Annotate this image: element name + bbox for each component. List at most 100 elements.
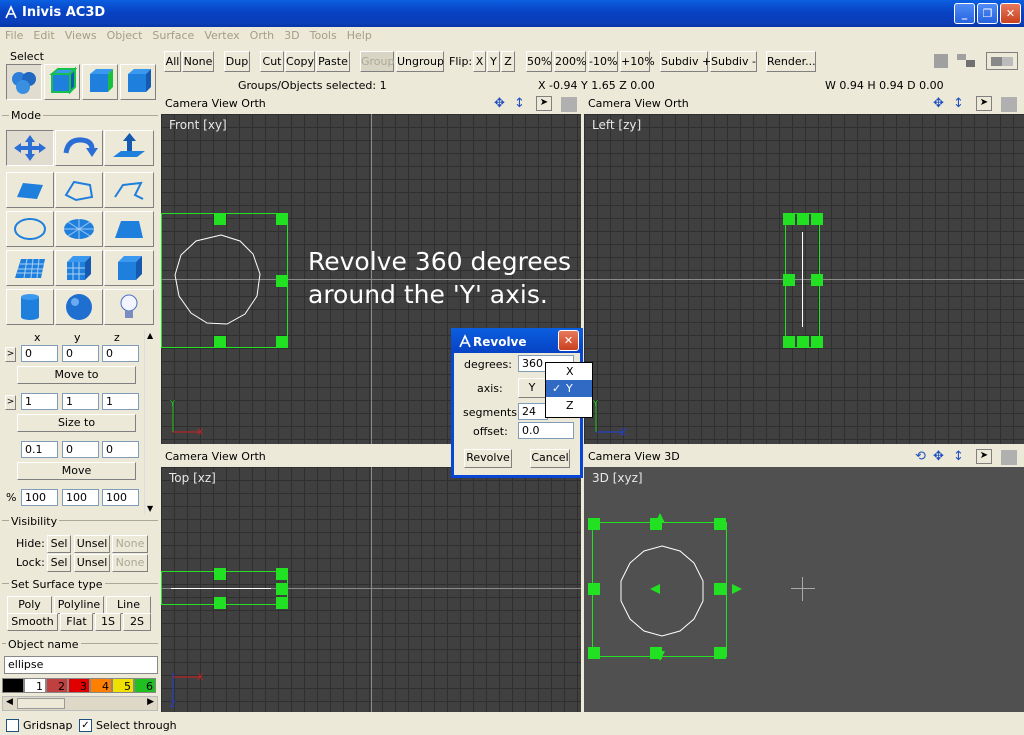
create-mesh-button[interactable] (6, 250, 54, 286)
ungroup-button[interactable]: Ungroup (396, 51, 444, 72)
view-menu[interactable]: View (212, 450, 238, 463)
subdiv-plus-button[interactable]: Subdiv + (660, 51, 711, 72)
left-viewport[interactable]: Left [zy] YZ (584, 114, 1024, 444)
cancel-button[interactable]: Cancel (530, 449, 570, 468)
zoom-minus10-button[interactable]: -10% (588, 51, 618, 72)
flat-button[interactable]: Flat (60, 613, 93, 631)
zoom-icon[interactable]: ↕ (953, 96, 964, 111)
pan-icon[interactable]: ✥ (933, 449, 944, 464)
selection-handle[interactable] (276, 213, 288, 225)
zoom-200-button[interactable]: 200% (554, 51, 586, 72)
hide-none-button[interactable]: None (112, 535, 148, 553)
selection-handle[interactable] (811, 274, 823, 286)
palette-swatch-6[interactable]: 6 (134, 678, 156, 693)
flip-z-button[interactable]: Z (501, 51, 515, 72)
camera-icon[interactable]: ➤ (536, 96, 552, 111)
view-menu[interactable]: View (212, 97, 238, 110)
flip-y-button[interactable]: Y (487, 51, 500, 72)
segments-field[interactable]: 24 (518, 403, 548, 420)
create-box-button[interactable] (104, 250, 154, 286)
create-poly-button[interactable] (6, 172, 54, 208)
size-to-button[interactable]: Size to (17, 414, 136, 432)
selection-handle[interactable] (214, 568, 226, 580)
group-button[interactable]: Group (360, 51, 395, 72)
subdiv-minus-button[interactable]: Subdiv - (710, 51, 757, 72)
menu-edit[interactable]: Edit (28, 27, 59, 42)
view-menu[interactable]: View (635, 450, 661, 463)
menu-help[interactable]: Help (342, 27, 377, 42)
create-disk-button[interactable] (55, 211, 103, 247)
position-z-field[interactable]: 0 (102, 345, 139, 362)
palette-swatch-0[interactable] (2, 678, 24, 693)
top-viewport[interactable]: Top [xz] ZX (161, 467, 581, 712)
pan-icon[interactable]: ✥ (494, 96, 505, 111)
zoom-icon[interactable]: ↕ (953, 449, 964, 464)
move-button[interactable]: Move (17, 462, 136, 480)
menu-file[interactable]: File (0, 27, 28, 42)
axis-option-y[interactable]: ✓ Y (546, 380, 592, 397)
camera-icon[interactable]: ➤ (976, 96, 992, 111)
axis-option-x[interactable]: X (546, 363, 592, 380)
zoom-icon[interactable]: ↕ (514, 96, 525, 111)
selection-handle[interactable] (783, 274, 795, 286)
selection-handle[interactable] (588, 647, 600, 659)
move-x-field[interactable]: 0.1 (21, 441, 58, 458)
position-y-field[interactable]: 0 (62, 345, 99, 362)
orth-menu[interactable]: Orth (241, 97, 265, 110)
close-button[interactable]: ✕ (1000, 3, 1021, 24)
menu-vertex[interactable]: Vertex (199, 27, 244, 42)
menu-object[interactable]: Object (102, 27, 148, 42)
render-button[interactable]: Render... (766, 51, 816, 72)
layout-single-icon[interactable] (934, 54, 948, 68)
move-y-field[interactable]: 0 (62, 441, 99, 458)
selection-handle[interactable] (797, 336, 809, 348)
position-x-field[interactable]: 0 (21, 345, 58, 362)
camera-icon[interactable]: ➤ (976, 449, 992, 464)
move-z-field[interactable]: 0 (102, 441, 139, 458)
copy-button[interactable]: Copy (285, 51, 315, 72)
dialog-close-button[interactable]: ✕ (558, 330, 579, 351)
palette-swatch-1[interactable]: 1 (24, 678, 46, 693)
scale-x-field[interactable]: 100 (21, 489, 58, 506)
size-z-field[interactable]: 1 (102, 393, 139, 410)
paste-button[interactable]: Paste (316, 51, 350, 72)
lock-sel-button[interactable]: Sel (47, 554, 71, 572)
dup-button[interactable]: Dup (224, 51, 250, 72)
selection-handle[interactable] (588, 518, 600, 530)
3d-menu[interactable]: 3D (664, 450, 679, 463)
transform-scrollbar[interactable]: ▲ ▼ (144, 329, 158, 515)
camera-menu[interactable]: Camera (588, 450, 631, 463)
selection-handle[interactable] (214, 213, 226, 225)
size-y-field[interactable]: 1 (62, 393, 99, 410)
camera-menu[interactable]: Camera (165, 97, 208, 110)
create-polyline-button[interactable] (104, 172, 154, 208)
selection-handle[interactable] (276, 336, 288, 348)
scale-y-field[interactable]: 100 (62, 489, 99, 506)
mode-extrude-button[interactable] (104, 130, 154, 166)
menu-views[interactable]: Views (60, 27, 102, 42)
selection-handle[interactable] (214, 597, 226, 609)
camera-menu[interactable]: Camera (588, 97, 631, 110)
revolve-button[interactable]: Revolve (464, 449, 512, 468)
gridsnap-checkbox[interactable] (6, 719, 19, 732)
surface-line-button[interactable]: Line (106, 596, 151, 614)
create-sphere-button[interactable] (55, 289, 103, 325)
select-all-button[interactable]: All (164, 51, 181, 72)
surface-polyline-button[interactable]: Polyline (54, 596, 104, 614)
smooth-button[interactable]: Smooth (7, 613, 58, 631)
create-cylinder-button[interactable] (6, 289, 54, 325)
selection-handle[interactable] (276, 583, 288, 595)
selection-handle[interactable] (811, 213, 823, 225)
selection-handle[interactable] (811, 336, 823, 348)
selection-handle[interactable] (783, 336, 795, 348)
offset-field[interactable]: 0.0 (518, 422, 574, 439)
orth-menu[interactable]: Orth (664, 97, 688, 110)
layout-quad-icon[interactable] (986, 52, 1018, 70)
select-group-button[interactable] (120, 64, 156, 100)
mode-rotate-button[interactable] (55, 130, 103, 166)
axis-select[interactable]: Y (518, 378, 546, 398)
create-box-mesh-button[interactable] (55, 250, 103, 286)
rotate-view-icon[interactable]: ⟲ (915, 449, 926, 464)
orth-menu[interactable]: Orth (241, 450, 265, 463)
create-polygon-outline-button[interactable] (55, 172, 103, 208)
